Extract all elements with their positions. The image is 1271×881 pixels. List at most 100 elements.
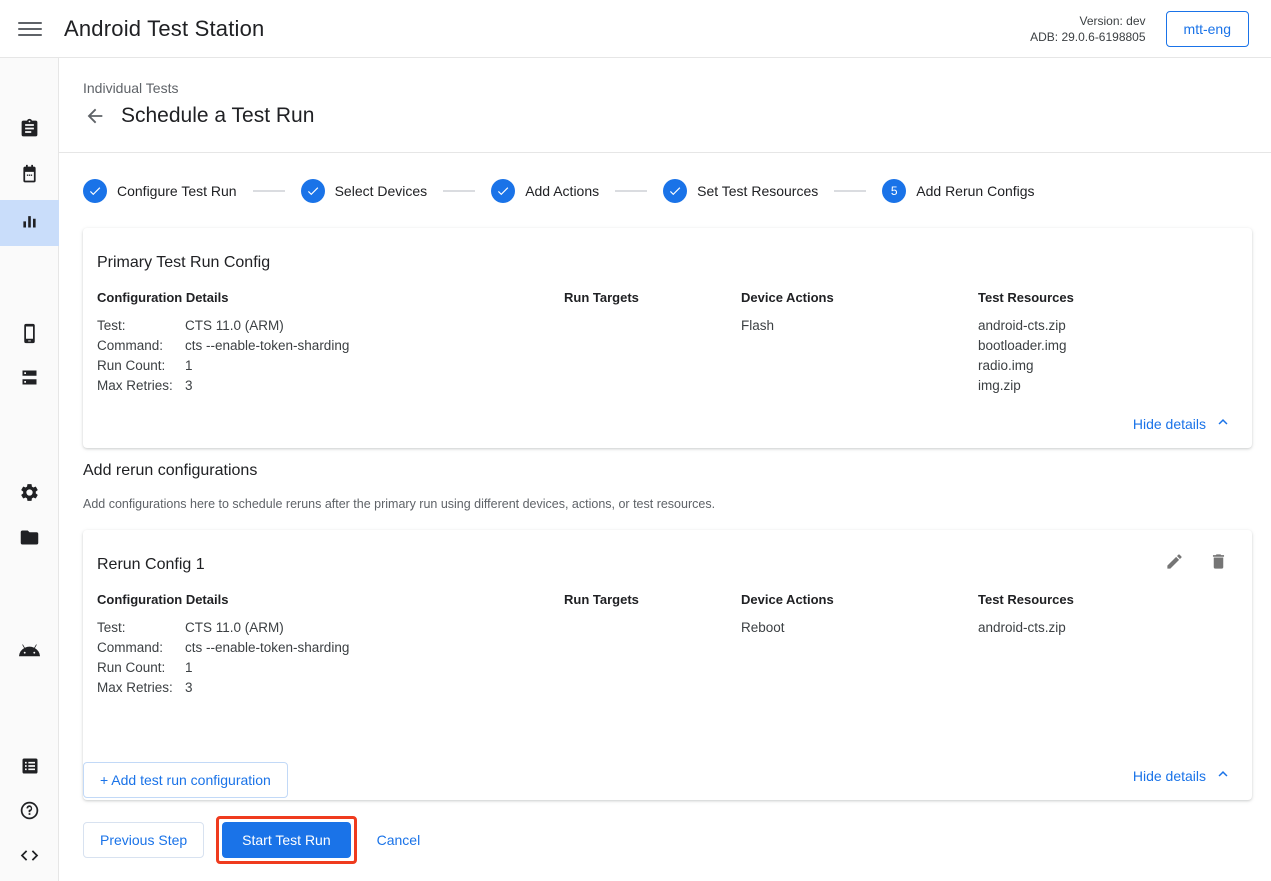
step-add-rerun-configs[interactable]: 5 Add Rerun Configs bbox=[882, 179, 1034, 203]
detail-row: Run Count:1 bbox=[97, 658, 349, 678]
detail-value: 3 bbox=[185, 376, 193, 396]
bar-chart-icon bbox=[19, 210, 40, 236]
server-icon bbox=[19, 367, 40, 393]
gear-icon bbox=[19, 482, 40, 508]
detail-key: Run Count: bbox=[97, 356, 185, 376]
previous-step-button[interactable]: Previous Step bbox=[83, 822, 204, 858]
top-app-bar: Android Test Station Version: dev ADB: 2… bbox=[0, 0, 1271, 58]
start-test-run-button[interactable]: Start Test Run bbox=[222, 822, 350, 858]
adb-version-line: ADB: 29.0.6-6198805 bbox=[1030, 29, 1145, 45]
hamburger-menu-icon[interactable] bbox=[18, 17, 42, 41]
hide-details-toggle[interactable]: Hide details bbox=[1133, 765, 1232, 786]
code-icon bbox=[19, 845, 40, 871]
chevron-up-icon bbox=[1214, 413, 1232, 434]
column-header-test-resources: Test Resources bbox=[978, 290, 1074, 305]
step-configure-test-run[interactable]: Configure Test Run bbox=[83, 179, 237, 203]
column-header-run-targets: Run Targets bbox=[564, 592, 639, 607]
sidebar-item-test-suites[interactable] bbox=[0, 108, 59, 154]
test-resource-item: android-cts.zip bbox=[978, 618, 1066, 638]
step-select-devices[interactable]: Select Devices bbox=[301, 179, 428, 203]
version-info: Version: dev ADB: 29.0.6-6198805 bbox=[1030, 13, 1145, 45]
detail-key: Max Retries: bbox=[97, 376, 185, 396]
detail-key: Test: bbox=[97, 316, 185, 336]
step-connector bbox=[253, 190, 285, 192]
device-action-item: Flash bbox=[741, 316, 774, 336]
step-set-test-resources[interactable]: Set Test Resources bbox=[663, 179, 818, 203]
article-icon bbox=[20, 756, 40, 781]
column-header-run-targets: Run Targets bbox=[564, 290, 639, 305]
device-actions-list: Flash bbox=[741, 316, 774, 336]
detail-row: Max Retries:3 bbox=[97, 376, 349, 396]
breadcrumb[interactable]: Individual Tests bbox=[83, 80, 1271, 96]
step-label: Add Actions bbox=[525, 183, 599, 199]
help-circle-icon bbox=[19, 800, 40, 826]
folder-icon bbox=[19, 527, 40, 553]
check-icon bbox=[491, 179, 515, 203]
test-resources-list: android-cts.zip bbox=[978, 618, 1066, 638]
delete-rerun-config-button[interactable] bbox=[1206, 552, 1230, 576]
step-connector bbox=[615, 190, 647, 192]
detail-key: Test: bbox=[97, 618, 185, 638]
detail-value: cts --enable-token-sharding bbox=[185, 638, 349, 658]
test-resource-item: bootloader.img bbox=[978, 336, 1067, 356]
detail-key: Run Count: bbox=[97, 658, 185, 678]
detail-key: Command: bbox=[97, 336, 185, 356]
check-icon bbox=[301, 179, 325, 203]
sidebar-item-help[interactable] bbox=[0, 790, 59, 836]
sidebar-item-logs[interactable] bbox=[0, 745, 59, 791]
main-content: Individual Tests Schedule a Test Run Con… bbox=[59, 58, 1271, 881]
chevron-up-icon bbox=[1214, 765, 1232, 786]
detail-value: 1 bbox=[185, 658, 193, 678]
column-header-configuration-details: Configuration Details bbox=[97, 592, 228, 607]
configuration-details-list: Test:CTS 11.0 (ARM) Command:cts --enable… bbox=[97, 618, 349, 698]
sidebar-item-scheduled-runs[interactable] bbox=[0, 154, 59, 200]
bottom-action-bar: Previous Step Start Test Run Cancel bbox=[83, 816, 428, 864]
sidebar-item-file-browser[interactable] bbox=[0, 517, 59, 563]
column-header-configuration-details: Configuration Details bbox=[97, 290, 228, 305]
column-header-device-actions: Device Actions bbox=[741, 290, 834, 305]
step-label: Configure Test Run bbox=[117, 183, 237, 199]
clipboard-icon bbox=[19, 118, 40, 144]
android-icon bbox=[18, 639, 41, 667]
step-connector bbox=[834, 190, 866, 192]
sidebar-item-test-results[interactable] bbox=[0, 200, 59, 246]
version-line: Version: dev bbox=[1030, 13, 1145, 29]
add-test-run-configuration-button[interactable]: + Add test run configuration bbox=[83, 762, 288, 798]
stepper: Configure Test Run Select Devices Add Ac… bbox=[59, 153, 1271, 203]
sidebar-item-developer[interactable] bbox=[0, 835, 59, 881]
device-actions-list: Reboot bbox=[741, 618, 785, 638]
detail-row: Command:cts --enable-token-sharding bbox=[97, 336, 349, 356]
detail-row: Test:CTS 11.0 (ARM) bbox=[97, 618, 349, 638]
column-header-device-actions: Device Actions bbox=[741, 592, 834, 607]
sidebar bbox=[0, 58, 59, 881]
page-title-row: Schedule a Test Run bbox=[83, 104, 1271, 128]
sidebar-item-android[interactable] bbox=[0, 630, 59, 676]
rerun-config-card: Rerun Config 1 Configuration Details Run… bbox=[83, 530, 1252, 800]
sidebar-item-hosts[interactable] bbox=[0, 357, 59, 403]
detail-value: CTS 11.0 (ARM) bbox=[185, 316, 284, 336]
hide-details-toggle[interactable]: Hide details bbox=[1133, 413, 1232, 434]
detail-value: 3 bbox=[185, 678, 193, 698]
page-title: Schedule a Test Run bbox=[121, 104, 314, 128]
check-icon bbox=[663, 179, 687, 203]
cancel-button[interactable]: Cancel bbox=[369, 832, 429, 848]
sidebar-item-devices[interactable] bbox=[0, 313, 59, 359]
step-label: Select Devices bbox=[335, 183, 428, 199]
app-root: Android Test Station Version: dev ADB: 2… bbox=[0, 0, 1271, 881]
arrow-back-icon[interactable] bbox=[83, 104, 107, 128]
rerun-section-title: Add rerun configurations bbox=[83, 462, 257, 480]
test-resource-item: radio.img bbox=[978, 356, 1067, 376]
card-title: Primary Test Run Config bbox=[97, 254, 270, 272]
detail-row: Run Count:1 bbox=[97, 356, 349, 376]
column-header-test-resources: Test Resources bbox=[978, 592, 1074, 607]
start-test-run-highlight: Start Test Run bbox=[216, 816, 356, 864]
configuration-details-list: Test:CTS 11.0 (ARM) Command:cts --enable… bbox=[97, 316, 349, 396]
detail-key: Command: bbox=[97, 638, 185, 658]
sidebar-item-settings[interactable] bbox=[0, 472, 59, 518]
step-add-actions[interactable]: Add Actions bbox=[491, 179, 599, 203]
edit-rerun-config-button[interactable] bbox=[1162, 552, 1186, 576]
detail-row: Test:CTS 11.0 (ARM) bbox=[97, 316, 349, 336]
page-header: Individual Tests Schedule a Test Run bbox=[59, 58, 1271, 128]
detail-key: Max Retries: bbox=[97, 678, 185, 698]
account-button[interactable]: mtt-eng bbox=[1166, 11, 1249, 47]
